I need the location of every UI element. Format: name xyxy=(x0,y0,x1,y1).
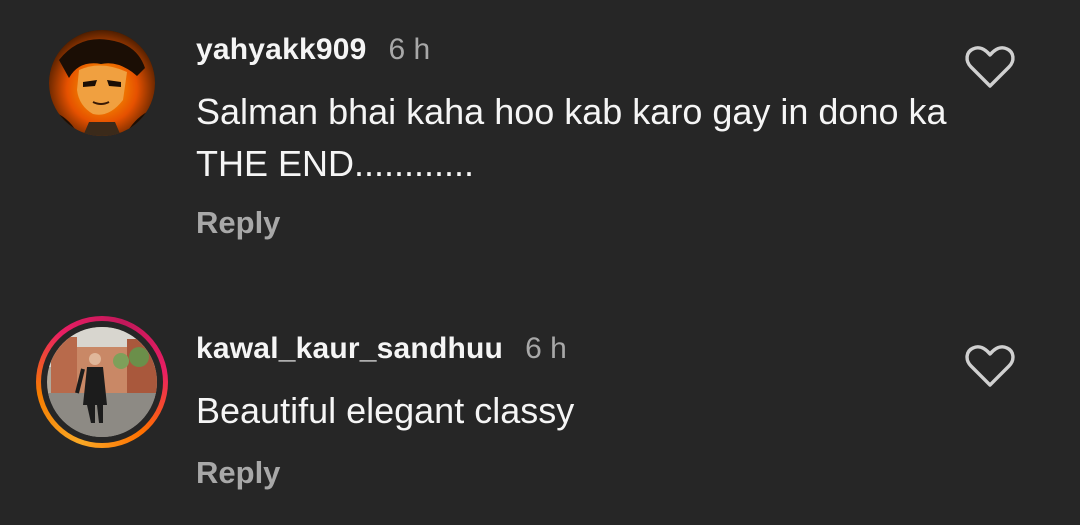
like-button[interactable] xyxy=(964,343,1016,389)
username[interactable]: yahyakk909 xyxy=(196,33,367,67)
comments-list: yahyakk909 6 h Salman bhai kaha hoo kab … xyxy=(0,0,1080,525)
reply-button[interactable]: Reply xyxy=(196,455,280,491)
comment-meta: yahyakk909 6 h xyxy=(196,30,430,70)
anime-character-avatar-icon xyxy=(49,30,155,136)
avatar xyxy=(47,327,157,437)
heart-outline-icon xyxy=(965,46,1015,88)
heart-outline-icon xyxy=(965,345,1015,387)
comment-text: Salman bhai kaha hoo kab karo gay in don… xyxy=(196,91,947,184)
avatar[interactable] xyxy=(49,30,155,136)
avatar-story-ring[interactable] xyxy=(36,316,168,448)
comment-meta: kawal_kaur_sandhuu 6 h xyxy=(196,329,567,369)
person-photo-avatar-icon xyxy=(47,327,157,437)
avatar-ring-gap xyxy=(41,321,163,443)
like-button[interactable] xyxy=(964,44,1016,90)
comment-text: Beautiful elegant classy xyxy=(196,390,575,431)
reply-button[interactable]: Reply xyxy=(196,205,280,241)
timestamp: 6 h xyxy=(525,332,567,365)
timestamp: 6 h xyxy=(388,33,431,66)
username[interactable]: kawal_kaur_sandhuu xyxy=(196,332,503,366)
